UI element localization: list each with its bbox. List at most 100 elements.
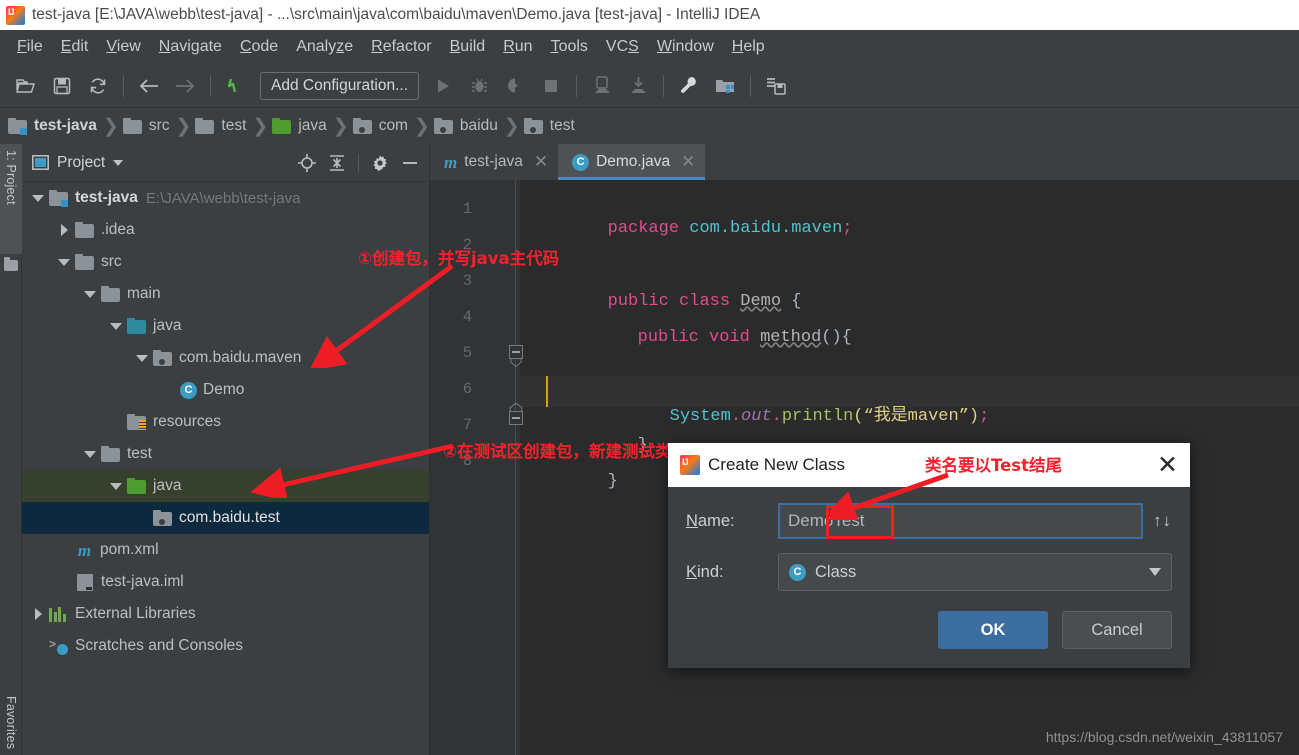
tree-node-test[interactable]: test [22, 438, 429, 470]
breadcrumb-item-baidu[interactable]: baidu [433, 117, 498, 135]
tree-node-com-baidu-test[interactable]: com.baidu.test [22, 502, 429, 534]
menu-item-edit[interactable]: Edit [52, 36, 98, 58]
sync-refresh-icon[interactable] [83, 71, 113, 101]
menu-item-tools[interactable]: Tools [542, 36, 597, 58]
chevron-down-icon[interactable] [56, 254, 72, 270]
menu-item-window[interactable]: Window [648, 36, 723, 58]
toolbar-separator [576, 74, 578, 97]
breadcrumb-label: com [378, 117, 408, 134]
chevron-down-icon[interactable] [82, 446, 98, 462]
menu-item-file[interactable]: File [8, 36, 52, 58]
project-structure-icon[interactable] [710, 71, 740, 101]
module-icon [49, 190, 68, 207]
tree-node-pom-xml[interactable]: m pom.xml [22, 534, 429, 566]
cancel-button[interactable]: Cancel [1062, 611, 1172, 649]
minimize-icon[interactable] [399, 152, 421, 174]
stop-icon[interactable] [536, 71, 566, 101]
tree-node-test-java-iml[interactable]: test-java.iml [22, 566, 429, 598]
code-fold-marker[interactable] [509, 411, 523, 425]
tree-node-main[interactable]: main [22, 278, 429, 310]
breadcrumb: test-java ❯ src ❯ test ❯ java ❯ com ❯ baidu ❯ test [0, 108, 1299, 144]
line-number-5: 5 [462, 344, 472, 362]
update-project-icon[interactable] [587, 71, 617, 101]
undo-icon[interactable] [221, 71, 251, 101]
editor-tab-demo-java[interactable]: C Demo.java ✕ [558, 144, 706, 180]
editor-tab-test-java[interactable]: m test-java ✕ [430, 144, 558, 180]
add-configuration-button[interactable]: Add Configuration... [260, 71, 420, 100]
chevron-right-icon[interactable] [56, 222, 72, 238]
java-class-icon: C [789, 563, 806, 581]
menu-item-run[interactable]: Run [494, 36, 541, 58]
kind-dropdown[interactable]: C Class [778, 553, 1172, 591]
breadcrumb-item-java[interactable]: java [272, 117, 327, 135]
chevron-down-icon[interactable] [134, 350, 150, 366]
breadcrumb-item-test-java[interactable]: test-java [8, 117, 97, 135]
save-all-icon[interactable] [47, 71, 77, 101]
gear-settings-icon[interactable] [369, 152, 391, 174]
tree-node-test-java[interactable]: test-java E:\JAVA\webb\test-java [22, 182, 429, 214]
tree-node-java[interactable]: java [22, 310, 429, 342]
java-class-icon: C [180, 381, 197, 399]
breadcrumb-separator: ❯ [175, 115, 192, 137]
collapse-all-icon[interactable] [326, 152, 348, 174]
up-down-arrows-icon[interactable]: ↑↓ [1153, 511, 1172, 531]
ok-button[interactable]: OK [938, 611, 1048, 649]
rail-label-favorites[interactable]: Favorites [4, 696, 18, 749]
commit-icon[interactable] [623, 71, 653, 101]
debug-icon[interactable] [464, 71, 494, 101]
tree-node-label: pom.xml [100, 541, 159, 558]
class-name-input[interactable]: DemoTest [778, 503, 1143, 539]
breadcrumb-label: test-java [34, 117, 97, 134]
menu-item-vcs[interactable]: VCS [597, 36, 648, 58]
tree-node-label: test-java [75, 189, 138, 206]
tree-node-external-libraries[interactable]: External Libraries [22, 598, 429, 630]
chevron-down-icon[interactable] [30, 190, 46, 206]
chevron-down-icon[interactable] [82, 286, 98, 302]
menu-item-build[interactable]: Build [441, 36, 495, 58]
tree-node-resources[interactable]: resources [22, 406, 429, 438]
tree-node-label: resources [153, 413, 222, 430]
run-coverage-icon[interactable] [500, 71, 530, 101]
menu-item-refactor[interactable]: Refactor [362, 36, 440, 58]
code-fold-marker[interactable] [509, 345, 523, 359]
menu-item-view[interactable]: View [97, 36, 149, 58]
locate-target-icon[interactable] [296, 152, 318, 174]
breadcrumb-item-test[interactable]: test [523, 117, 575, 135]
breadcrumb-item-test[interactable]: test [195, 117, 246, 135]
breadcrumb-item-com[interactable]: com [352, 117, 408, 135]
tree-node-label: java [153, 477, 182, 494]
chevron-down-icon[interactable] [108, 478, 124, 494]
menu-item-navigate[interactable]: Navigate [150, 36, 231, 58]
line-number-7: 7 [462, 416, 472, 434]
chevron-down-icon[interactable] [108, 318, 124, 334]
menu-item-code[interactable]: Code [231, 36, 287, 58]
tree-node--idea[interactable]: .idea [22, 214, 429, 246]
tree-node-scratches-and-consoles[interactable]: Scratches and Consoles [22, 630, 429, 662]
close-icon[interactable]: ✕ [534, 152, 548, 172]
open-folder-icon[interactable] [11, 71, 41, 101]
menu-item-analyze[interactable]: Analyze [287, 36, 362, 58]
menu-item-help[interactable]: Help [723, 36, 774, 58]
tree-node-com-baidu-maven[interactable]: com.baidu.maven [22, 342, 429, 374]
maven-icon: m [444, 152, 458, 172]
line-number-3: 3 [462, 272, 472, 290]
test-source-root-folder-icon [127, 478, 146, 494]
settings-wrench-icon[interactable] [674, 71, 704, 101]
close-icon[interactable]: ✕ [681, 152, 695, 172]
tree-node-demo[interactable]: C Demo [22, 374, 429, 406]
run-icon[interactable] [428, 71, 458, 101]
breadcrumb-item-src[interactable]: src [122, 117, 170, 135]
breadcrumb-separator: ❯ [102, 115, 119, 137]
close-icon[interactable]: ✕ [1157, 452, 1178, 478]
tree-node-java[interactable]: java [22, 470, 429, 502]
back-arrow-icon[interactable] [134, 71, 164, 101]
chevron-right-icon[interactable] [30, 606, 46, 622]
chevron-down-icon[interactable] [113, 159, 124, 166]
keyword-public: public [637, 328, 699, 347]
package-name: com.baidu.maven [679, 219, 843, 238]
name-label: Name: [686, 511, 735, 530]
rail-label-project[interactable]: 1: Project [4, 150, 18, 205]
forward-arrow-icon[interactable] [170, 71, 200, 101]
sdk-manager-icon[interactable] [761, 71, 791, 101]
